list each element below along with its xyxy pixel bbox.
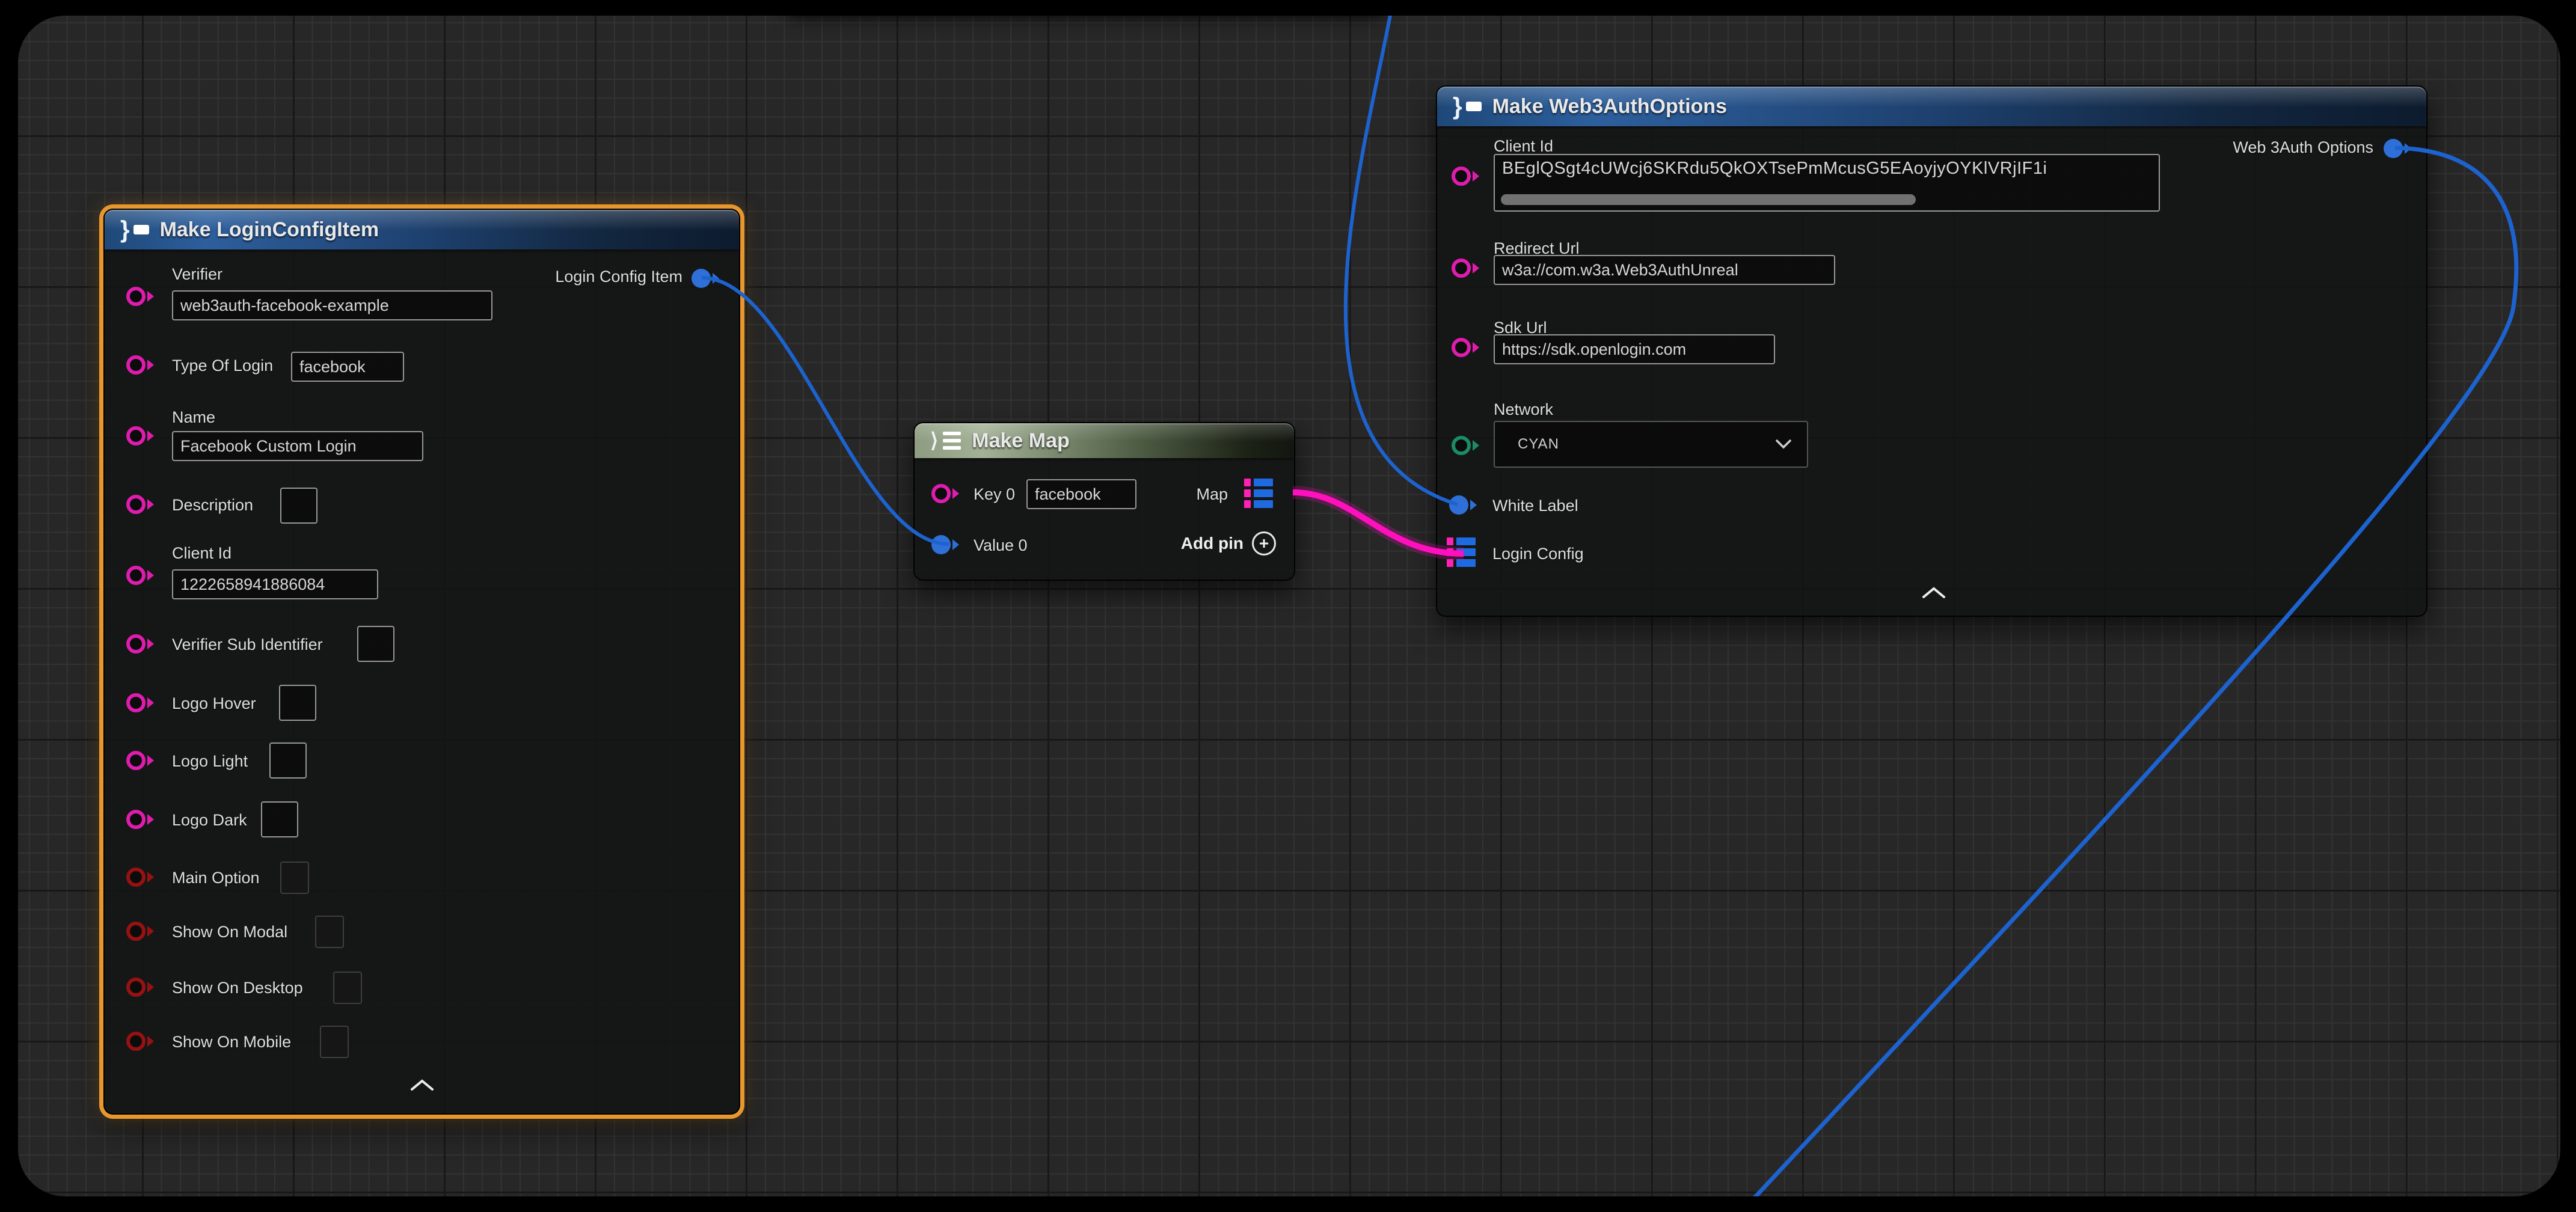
node-title: Make Web3AuthOptions — [1492, 95, 1727, 118]
redirect-url-input[interactable]: w3a://com.w3a.Web3AuthUnreal — [1494, 255, 1835, 285]
client-id-input[interactable]: 1222658941886084 — [172, 569, 378, 599]
pin-key-0[interactable] — [931, 484, 959, 503]
pin-verifier[interactable] — [126, 287, 154, 306]
pin-main-option[interactable] — [126, 868, 154, 887]
pin-label-network: Network — [1494, 400, 1553, 419]
pin-verifier-sub-identifier[interactable] — [126, 634, 154, 653]
pin-label-logo-hover: Logo Hover — [172, 694, 256, 713]
chevron-down-icon — [1776, 439, 1791, 449]
pin-label-value-0: Value 0 — [974, 536, 1028, 555]
pin-value-0[interactable] — [931, 535, 959, 554]
add-pin-label: Add pin — [1181, 534, 1244, 553]
pin-show-on-desktop[interactable] — [126, 978, 154, 997]
pin-label-verifier-sub-identifier: Verifier Sub Identifier — [172, 635, 323, 654]
collapse-caret-icon[interactable] — [1922, 587, 1946, 599]
pin-label-show-on-desktop: Show On Desktop — [172, 979, 303, 997]
key-0-input[interactable]: facebook — [1026, 479, 1136, 509]
pin-white-label[interactable] — [1449, 495, 1477, 515]
client-id-text: BEglQSgt4cUWcj6SKRdu5QkOXTsePmMcusG5EAoy… — [1502, 159, 2047, 178]
pin-show-on-modal[interactable] — [126, 922, 154, 941]
show-on-mobile-checkbox[interactable] — [320, 1026, 349, 1058]
pin-label-login-config: Login Config — [1492, 545, 1584, 563]
verifier-input[interactable]: web3auth-facebook-example — [172, 290, 492, 320]
pin-logo-light[interactable] — [126, 751, 154, 770]
pin-login-config-item-out[interactable] — [692, 269, 719, 288]
pin-logo-hover[interactable] — [126, 693, 154, 712]
pin-label-name: Name — [172, 408, 215, 427]
pin-label-show-on-modal: Show On Modal — [172, 923, 287, 941]
pin-sdk-url[interactable] — [1452, 338, 1479, 357]
pin-redirect-url[interactable] — [1452, 259, 1479, 278]
pin-label-verifier: Verifier — [172, 265, 222, 284]
logo-dark-input[interactable] — [261, 801, 298, 837]
pin-label-logo-dark: Logo Dark — [172, 811, 247, 830]
show-on-desktop-checkbox[interactable] — [333, 972, 362, 1004]
node-make-map[interactable]: ⟩ Make Map Key 0 facebook Map Value 0 — [913, 422, 1295, 581]
pin-network[interactable] — [1452, 436, 1479, 455]
node-title: Make Map — [972, 429, 1070, 453]
node-header[interactable]: } Make Web3AuthOptions — [1437, 87, 2426, 126]
node-header[interactable]: } Make LoginConfigItem — [105, 210, 739, 249]
show-on-modal-checkbox[interactable] — [315, 916, 344, 948]
pin-label-login-config-item: Login Config Item — [555, 268, 682, 286]
main-option-checkbox[interactable] — [280, 862, 309, 894]
pin-client-id[interactable] — [1452, 167, 1479, 186]
sdk-url-input[interactable]: https://sdk.openlogin.com — [1494, 334, 1775, 364]
pin-label-type-of-login: Type Of Login — [172, 357, 273, 375]
pin-web3auth-options-out[interactable] — [2384, 139, 2411, 158]
pin-logo-dark[interactable] — [126, 810, 154, 829]
node-title: Make LoginConfigItem — [160, 218, 379, 242]
graph-canvas[interactable]: } Make LoginConfigItem Verifier web3auth… — [18, 16, 2560, 1196]
description-input[interactable] — [280, 488, 317, 524]
pin-label-description: Description — [172, 496, 253, 515]
logo-hover-input[interactable] — [279, 685, 316, 721]
collapse-caret-icon[interactable] — [410, 1079, 434, 1091]
pin-label-web3auth-options: Web 3Auth Options — [2233, 138, 2373, 157]
pin-show-on-mobile[interactable] — [126, 1032, 154, 1051]
pin-label-show-on-mobile: Show On Mobile — [172, 1033, 291, 1051]
pin-map-out[interactable] — [1244, 479, 1273, 508]
pin-label-main-option: Main Option — [172, 869, 260, 887]
pin-label-client-id: Client Id — [1494, 137, 1553, 156]
make-map-icon: ⟩ — [930, 423, 961, 459]
network-dropdown[interactable]: CYAN — [1494, 421, 1808, 468]
add-pin-button[interactable]: Add pin + — [1181, 531, 1276, 556]
type-of-login-input[interactable]: facebook — [291, 352, 404, 382]
add-pin-plus-icon: + — [1252, 531, 1276, 556]
node-header[interactable]: ⟩ Make Map — [915, 423, 1294, 458]
pin-label-logo-light: Logo Light — [172, 752, 248, 771]
make-struct-icon: } — [1453, 88, 1482, 124]
verifier-sub-identifier-input[interactable] — [357, 626, 394, 662]
client-id-input[interactable]: BEglQSgt4cUWcj6SKRdu5QkOXTsePmMcusG5EAoy… — [1494, 154, 2160, 212]
pin-type-of-login[interactable] — [126, 355, 154, 375]
node-make-loginconfigitem[interactable]: } Make LoginConfigItem Verifier web3auth… — [103, 209, 740, 1115]
logo-light-input[interactable] — [269, 742, 307, 779]
pin-name[interactable] — [126, 426, 154, 445]
name-input[interactable]: Facebook Custom Login — [172, 431, 423, 461]
network-value: CYAN — [1518, 436, 1559, 453]
pin-login-config[interactable] — [1447, 537, 1476, 567]
pin-label-white-label: White Label — [1492, 497, 1578, 515]
graph-world: } Make LoginConfigItem Verifier web3auth… — [18, 16, 2560, 1196]
pin-label-key-0: Key 0 — [974, 485, 1015, 504]
client-id-scrollbar[interactable] — [1501, 194, 1916, 205]
pin-client-id[interactable] — [126, 566, 154, 585]
pin-label-map-out: Map — [1196, 485, 1228, 504]
pin-description[interactable] — [126, 495, 154, 514]
node-make-web3authoptions[interactable]: } Make Web3AuthOptions Client Id BEglQSg… — [1436, 85, 2427, 617]
pin-label-client-id: Client Id — [172, 544, 232, 563]
make-struct-icon: } — [120, 212, 149, 248]
blueprint-editor: } Make LoginConfigItem Verifier web3auth… — [0, 0, 2576, 1212]
